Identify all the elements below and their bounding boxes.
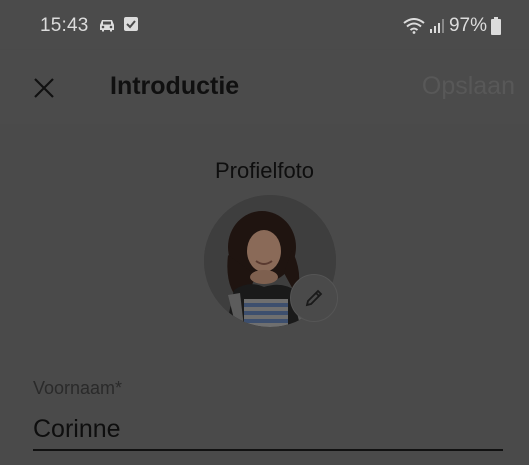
page-title: Introductie bbox=[110, 72, 240, 100]
app-bar: Introductie Opslaan bbox=[0, 50, 529, 125]
avatar-wrap bbox=[204, 195, 338, 327]
first-name-label: Voornaam* bbox=[33, 378, 123, 398]
save-button[interactable]: Opslaan bbox=[422, 72, 515, 101]
status-right-group: 97% bbox=[403, 15, 501, 37]
check-box-icon bbox=[124, 17, 138, 31]
profile-photo-label: Profielfoto bbox=[214, 158, 315, 183]
status-time: 15:43 bbox=[40, 15, 89, 36]
signal-icon bbox=[429, 19, 444, 33]
close-button[interactable] bbox=[22, 66, 66, 110]
wifi-icon bbox=[403, 18, 425, 34]
screen: 15:43 97% Introductie Opslaan Profielfot… bbox=[0, 0, 529, 465]
edit-photo-button[interactable] bbox=[290, 274, 338, 322]
status-bar: 15:43 97% bbox=[0, 0, 529, 50]
battery-percent: 97% bbox=[448, 15, 487, 36]
close-icon bbox=[34, 78, 54, 98]
content-area: Profielfoto Voornaam* Corinne bbox=[0, 124, 529, 465]
car-icon bbox=[100, 20, 114, 32]
first-name-input[interactable] bbox=[33, 409, 503, 451]
battery-icon bbox=[491, 17, 501, 35]
pencil-icon bbox=[305, 289, 323, 307]
